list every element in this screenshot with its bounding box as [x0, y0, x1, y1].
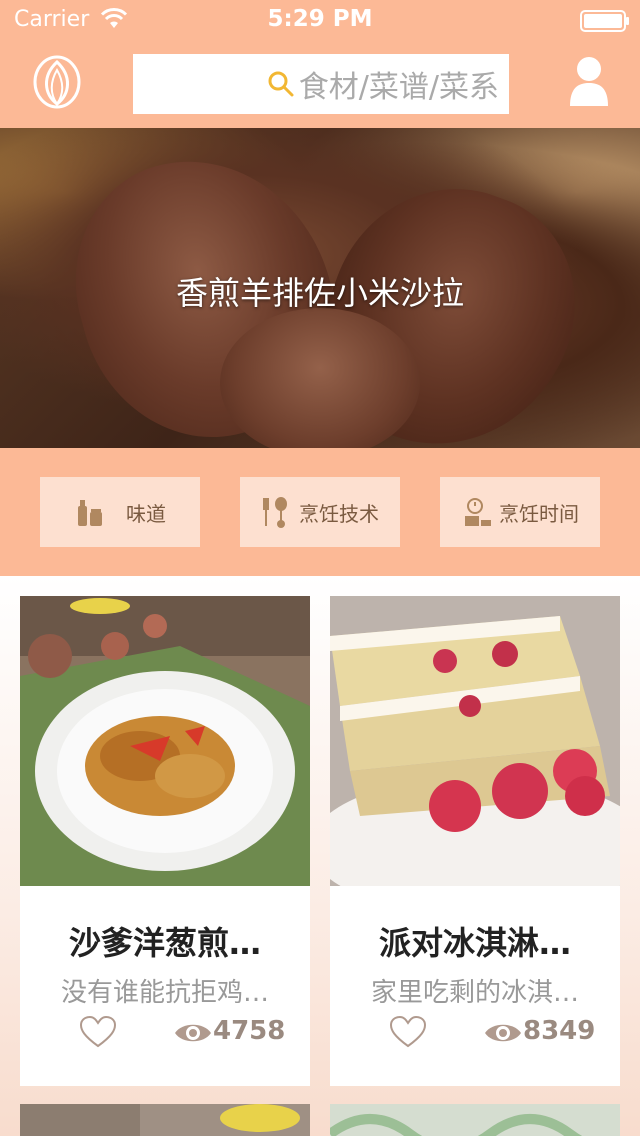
recipe-description: 家里吃剩的冰淇… [370, 978, 579, 1008]
category-label: 烹饪技术 [299, 501, 379, 526]
status-bar: Carrier 5:29 PM [0, 0, 640, 40]
recipe-card-partial[interactable] [330, 1104, 620, 1136]
user-icon[interactable] [568, 56, 610, 106]
timer-chef-icon [465, 498, 491, 526]
category-section: 味道 烹饪技术 烹饪时间 [0, 448, 640, 576]
view-count: 4758 [213, 1016, 286, 1046]
category-label: 味道 [126, 501, 166, 526]
recipe-description: 没有谁能抗拒鸡… [60, 978, 269, 1008]
recipe-card[interactable]: 派对冰淇淋… 家里吃剩的冰淇… 8349 [330, 596, 620, 1086]
category-taste-button[interactable]: 味道 [40, 477, 200, 547]
recipe-title: 派对冰淇淋… [378, 924, 571, 962]
search-input[interactable]: 食材/菜谱/菜系 [133, 54, 509, 114]
recipe-card[interactable]: 沙爹洋葱煎… 没有谁能抗拒鸡… 4758 [20, 596, 310, 1086]
recipe-image [330, 596, 620, 886]
seasoning-bottles-icon [78, 500, 102, 526]
banner-image-part [220, 308, 420, 448]
heart-icon[interactable] [390, 1016, 426, 1048]
view-count: 8349 [523, 1016, 596, 1046]
search-placeholder: 食材/菜谱/菜系 [298, 70, 499, 105]
recipe-card-partial[interactable] [20, 1104, 310, 1136]
eye-icon [485, 1024, 521, 1042]
category-technique-button[interactable]: 烹饪技术 [240, 477, 400, 547]
category-label: 烹饪时间 [499, 501, 579, 526]
heart-icon[interactable] [80, 1016, 116, 1048]
recipe-feed[interactable]: 沙爹洋葱煎… 没有谁能抗拒鸡… 4758 派对冰淇淋… 家里吃剩的冰淇… 834… [0, 576, 640, 1136]
recipe-image [20, 596, 310, 886]
status-time: 5:29 PM [267, 6, 373, 32]
category-time-button[interactable]: 烹饪时间 [440, 477, 600, 547]
cooking-utensils-icon [263, 497, 287, 528]
search-icon [268, 71, 294, 97]
tulip-logo-icon[interactable] [30, 54, 84, 110]
featured-banner[interactable]: 香煎羊排佐小米沙拉 [0, 128, 640, 448]
recipe-title: 沙爹洋葱煎… [68, 924, 261, 962]
eye-icon [175, 1024, 211, 1042]
battery-icon [580, 10, 629, 32]
banner-title: 香煎羊排佐小米沙拉 [175, 274, 464, 312]
navigation-bar: 食材/菜谱/菜系 [0, 40, 640, 128]
